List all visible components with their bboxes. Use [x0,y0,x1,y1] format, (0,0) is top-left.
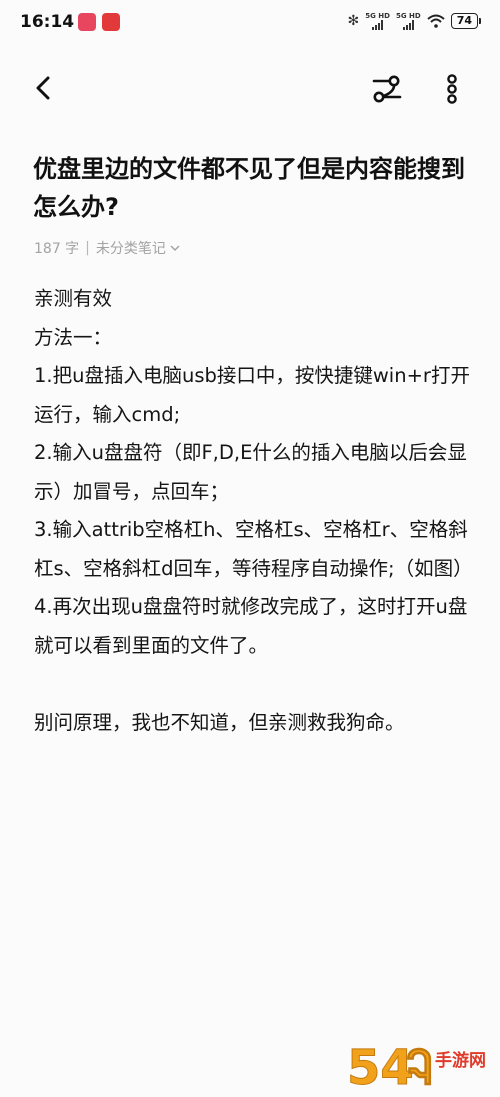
note-line: 1.把u盘插入电脑usb接口中，按快捷键win+r打开运行，输入cmd; [34,364,470,426]
word-count: 187 字 [34,241,80,257]
app-notification-icon [78,13,96,31]
signal-1: 5G HD [365,12,390,30]
battery-icon: 74 [450,13,482,29]
note-meta: 187 字 | 未分类笔记 [34,238,181,258]
bluetooth-icon: ✻ [347,13,360,29]
svg-text:54: 54 [347,1040,414,1092]
note-line: 4.再次出现u盘盘符时就修改完成了，这时打开u盘就可以看到里面的文件了。 [34,595,468,657]
note-line: 别问原理，我也不知道，但亲测救我狗命。 [34,710,405,734]
meta-separator: | [85,240,90,256]
status-bar: 16:14 ✻ 5G HD 5G HD 74 [0,0,500,46]
chevron-down-icon [170,245,180,252]
category-label: 未分类笔记 [95,241,166,257]
status-time: 16:14 [20,12,75,32]
note-line: 亲测有效 [34,287,113,310]
note-body[interactable]: 亲测有效 方法一： 1.把u盘插入电脑usb接口中，按快捷键win+r打开运行，… [34,280,474,742]
wifi-icon [427,14,445,28]
svg-text:手游网: 手游网 [435,1050,486,1071]
more-vertical-icon[interactable] [438,72,466,106]
signal-2: 5G HD [396,12,421,30]
signal-bars-icon [372,20,384,30]
app-notification-icon [102,13,120,31]
svg-text:Ꮈ: Ꮈ [407,1041,433,1092]
note-line: 3.输入attrib空格杠h、空格杠s、空格杠r、空格斜杠s、空格斜杠d回车，等… [34,518,473,580]
note-line: 方法一： [34,325,113,349]
note-blank-line [34,665,474,704]
category-selector[interactable]: 未分类笔记 [96,238,181,258]
signal-bars-icon [402,20,414,30]
share-nodes-icon[interactable] [370,72,404,106]
top-toolbar [0,60,500,116]
chevron-left-icon[interactable] [30,74,58,102]
note-title[interactable]: 优盘里边的文件都不见了但是内容能搜到怎么办? [33,150,473,226]
note-line: 2.输入u盘盘符（即F,D,E什么的插入电脑以后会显示）加冒号，点回车； [34,441,467,503]
site-watermark-logo: 54 Ꮈ 手游网 [347,1040,487,1092]
status-icons: ✻ 5G HD 5G HD 74 [347,12,482,30]
